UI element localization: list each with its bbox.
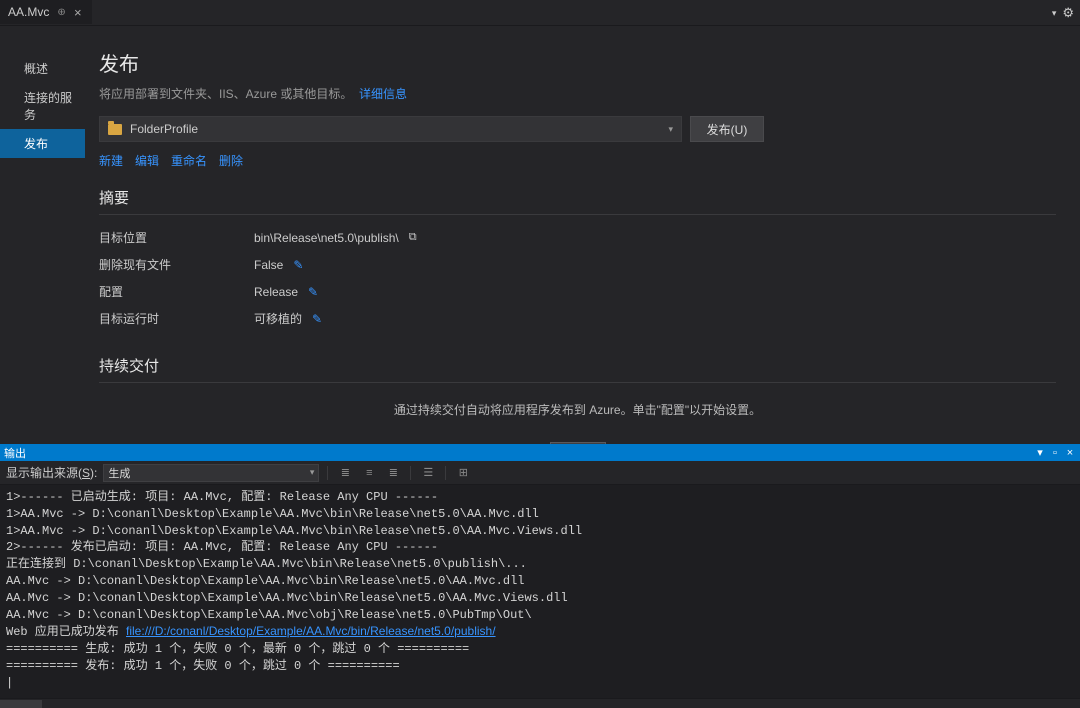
publish-button[interactable]: 发布(U) — [690, 116, 764, 142]
config-label: 配置 — [99, 283, 254, 300]
rename-profile-link[interactable]: 重命名 — [171, 152, 207, 169]
page-subtitle: 将应用部署到文件夹、IIS、Azure 或其他目标。 详细信息 — [99, 85, 1056, 102]
pin-icon[interactable]: ⊕ — [57, 7, 65, 18]
runtime-label: 目标运行时 — [99, 310, 254, 327]
delete-profile-link[interactable]: 删除 — [219, 152, 243, 169]
sidebar-item-overview[interactable]: 概述 — [0, 54, 85, 83]
chevron-down-icon: ▾ — [310, 467, 315, 478]
target-location-value: bin\Release\net5.0\publish\ — [254, 231, 399, 245]
edit-icon[interactable]: ✎ — [293, 258, 303, 272]
output-panel-titlebar[interactable]: 输出 ▾ ▫ × — [0, 444, 1080, 461]
profile-dropdown[interactable]: FolderProfile ▾ — [99, 116, 682, 142]
edit-profile-link[interactable]: 编辑 — [135, 152, 159, 169]
publish-path-link[interactable]: file:///D:/conanl/Desktop/Example/AA.Mvc… — [126, 624, 496, 638]
tab-dropdown-icon[interactable]: ▾ — [1052, 8, 1057, 19]
cd-title: 持续交付 — [99, 355, 1056, 383]
page-title: 发布 — [99, 48, 1056, 77]
pin-icon[interactable]: ▫ — [1049, 447, 1061, 459]
sidebar-item-publish[interactable]: 发布 — [0, 129, 85, 158]
new-profile-link[interactable]: 新建 — [99, 152, 123, 169]
publish-sidebar: 概述 连接的服务 发布 — [0, 26, 85, 444]
config-value: Release — [254, 285, 298, 299]
close-icon[interactable]: × — [72, 6, 84, 18]
output-toolbar: 显示输出来源(S): 生成 ▾ ≣ ≡ ≣ ☰ ⊞ — [0, 461, 1080, 485]
summary-title: 摘要 — [99, 187, 1056, 215]
program-output-icon[interactable]: ⊞ — [454, 464, 472, 482]
dropdown-icon[interactable]: ▾ — [1034, 446, 1046, 459]
profile-name: FolderProfile — [130, 122, 198, 136]
copy-icon[interactable]: ⧉ — [409, 231, 417, 244]
horizontal-scrollbar[interactable] — [0, 698, 1080, 708]
clear-icon[interactable]: ≣ — [384, 464, 402, 482]
output-panel-title: 输出 — [4, 445, 26, 461]
chevron-down-icon: ▾ — [668, 124, 673, 135]
sidebar-item-connected-services[interactable]: 连接的服务 — [0, 83, 85, 129]
gear-icon[interactable]: ⚙ — [1062, 5, 1074, 21]
output-body[interactable]: 1>------ 已启动生成: 项目: AA.Mvc, 配置: Release … — [0, 485, 1080, 698]
details-link[interactable]: 详细信息 — [359, 87, 407, 101]
close-icon[interactable]: × — [1064, 447, 1076, 459]
goto-next-icon[interactable]: ≡ — [360, 464, 378, 482]
delete-existing-label: 删除现有文件 — [99, 256, 254, 273]
document-tab-bar: AA.Mvc ⊕ × ▾ ⚙ — [0, 0, 1080, 26]
delete-existing-value: False — [254, 258, 283, 272]
edit-icon[interactable]: ✎ — [312, 312, 322, 326]
cd-description: 通过持续交付自动将应用程序发布到 Azure。单击"配置"以开始设置。 — [99, 401, 1056, 418]
wrap-icon[interactable]: ☰ — [419, 464, 437, 482]
document-tab[interactable]: AA.Mvc ⊕ × — [0, 0, 92, 24]
edit-icon[interactable]: ✎ — [308, 285, 318, 299]
tab-title: AA.Mvc — [8, 5, 49, 19]
target-location-label: 目标位置 — [99, 229, 254, 246]
goto-prev-icon[interactable]: ≣ — [336, 464, 354, 482]
scrollbar-thumb[interactable] — [0, 700, 42, 708]
publish-content: 发布 将应用部署到文件夹、IIS、Azure 或其他目标。 详细信息 Folde… — [85, 26, 1080, 444]
output-source-dropdown[interactable]: 生成 ▾ — [103, 464, 319, 482]
runtime-value: 可移植的 — [254, 310, 302, 327]
output-source-label: 显示输出来源(S): — [6, 464, 97, 481]
configure-button[interactable]: 配置 — [550, 442, 606, 444]
folder-icon — [108, 124, 122, 135]
